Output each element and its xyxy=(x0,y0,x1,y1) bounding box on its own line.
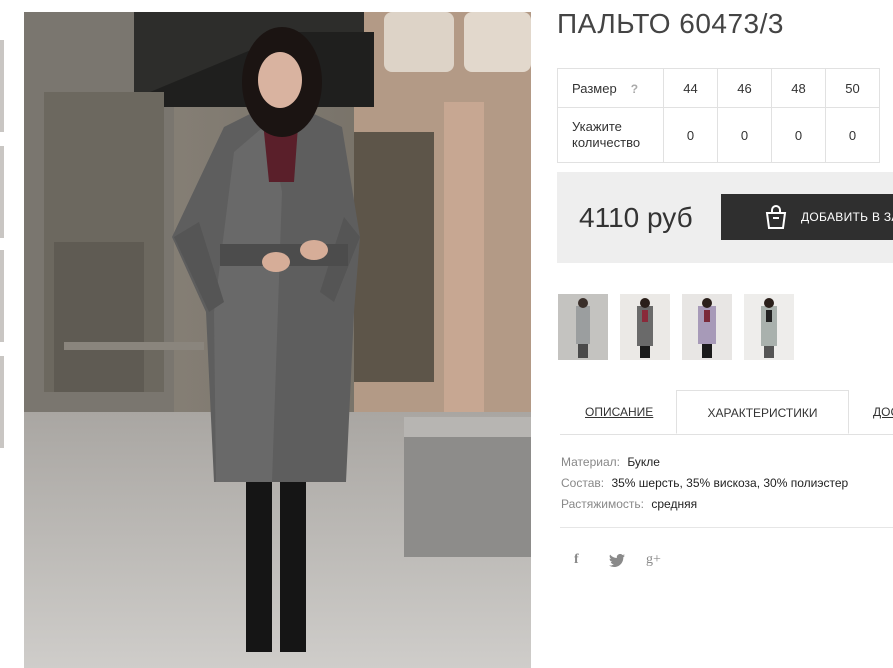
tab-characteristics-label: ХАРАКТЕРИСТИКИ xyxy=(707,406,818,420)
strip-thumb[interactable] xyxy=(0,250,4,342)
add-to-order-button[interactable]: ДОБАВИТЬ В ЗАКАЗ xyxy=(721,194,893,240)
size-44: 44 xyxy=(663,68,718,108)
product-tabs: ОПИСАНИЕ ХАРАКТЕРИСТИКИ ДОСТАВКА xyxy=(560,390,893,435)
tab-description-label: ОПИСАНИЕ xyxy=(585,405,654,419)
quantity-input-46[interactable]: 0 xyxy=(717,107,772,163)
characteristic-key: Материал: xyxy=(561,455,620,469)
characteristic-value: 35% шерсть, 35% вискоза, 30% полиэстер xyxy=(611,476,849,490)
section-divider xyxy=(560,527,893,528)
thumbnail-1[interactable] xyxy=(558,294,608,360)
shopping-bag-icon xyxy=(763,204,789,235)
price-value: 4110 руб xyxy=(579,202,693,233)
size-label-cell: Размер? xyxy=(557,68,664,108)
add-to-order-label: ДОБАВИТЬ В ЗАКАЗ xyxy=(801,210,893,224)
size-50: 50 xyxy=(825,68,880,108)
price-box: 4110 руб ДОБАВИТЬ В ЗАКАЗ xyxy=(557,172,893,263)
characteristic-row: Материал: Букле xyxy=(561,452,848,473)
strip-thumb[interactable] xyxy=(0,146,4,238)
size-48: 48 xyxy=(771,68,826,108)
product-title: ПАЛЬТО 60473/3 xyxy=(557,8,784,39)
google-plus-icon[interactable]: g+ xyxy=(646,552,661,568)
quantity-label-line1: Укажите xyxy=(572,119,622,134)
characteristics-list: Материал: Букле Состав: 35% шерсть, 35% … xyxy=(561,452,848,515)
size-table: Размер? 44 46 48 50 Укажите количество 0… xyxy=(557,68,880,163)
quantity-label-line2: количество xyxy=(572,135,641,150)
quantity-input-48[interactable]: 0 xyxy=(771,107,826,163)
strip-thumb[interactable] xyxy=(0,40,4,132)
tab-delivery[interactable]: ДОСТАВКА xyxy=(873,390,893,434)
characteristic-key: Растяжимость: xyxy=(561,497,645,511)
main-product-photo[interactable] xyxy=(24,12,531,668)
thumbnail-2[interactable] xyxy=(620,294,670,360)
tab-characteristics[interactable]: ХАРАКТЕРИСТИКИ xyxy=(676,390,849,434)
size-label: Размер xyxy=(572,80,617,96)
characteristic-row: Растяжимость: средняя xyxy=(561,494,848,515)
quantity-row: Укажите количество 0 0 0 0 xyxy=(557,107,880,163)
quantity-input-44[interactable]: 0 xyxy=(663,107,718,163)
quantity-input-50[interactable]: 0 xyxy=(825,107,880,163)
tab-description[interactable]: ОПИСАНИЕ xyxy=(585,390,653,434)
strip-thumb[interactable] xyxy=(0,356,4,448)
characteristic-key: Состав: xyxy=(561,476,605,490)
facebook-icon[interactable]: f xyxy=(574,552,579,568)
quantity-label-cell: Укажите количество xyxy=(557,107,664,163)
characteristic-value: средняя xyxy=(651,497,698,511)
tab-delivery-label: ДОСТАВКА xyxy=(873,405,893,419)
characteristic-value: Букле xyxy=(627,455,660,469)
twitter-icon[interactable] xyxy=(609,553,625,570)
size-row: Размер? 44 46 48 50 xyxy=(557,68,880,108)
characteristic-row: Состав: 35% шерсть, 35% вискоза, 30% пол… xyxy=(561,473,848,494)
size-46: 46 xyxy=(717,68,772,108)
thumbnail-3[interactable] xyxy=(682,294,732,360)
thumbnail-4[interactable] xyxy=(744,294,794,360)
help-icon[interactable]: ? xyxy=(631,82,638,96)
left-thumbnail-strip xyxy=(0,0,4,668)
